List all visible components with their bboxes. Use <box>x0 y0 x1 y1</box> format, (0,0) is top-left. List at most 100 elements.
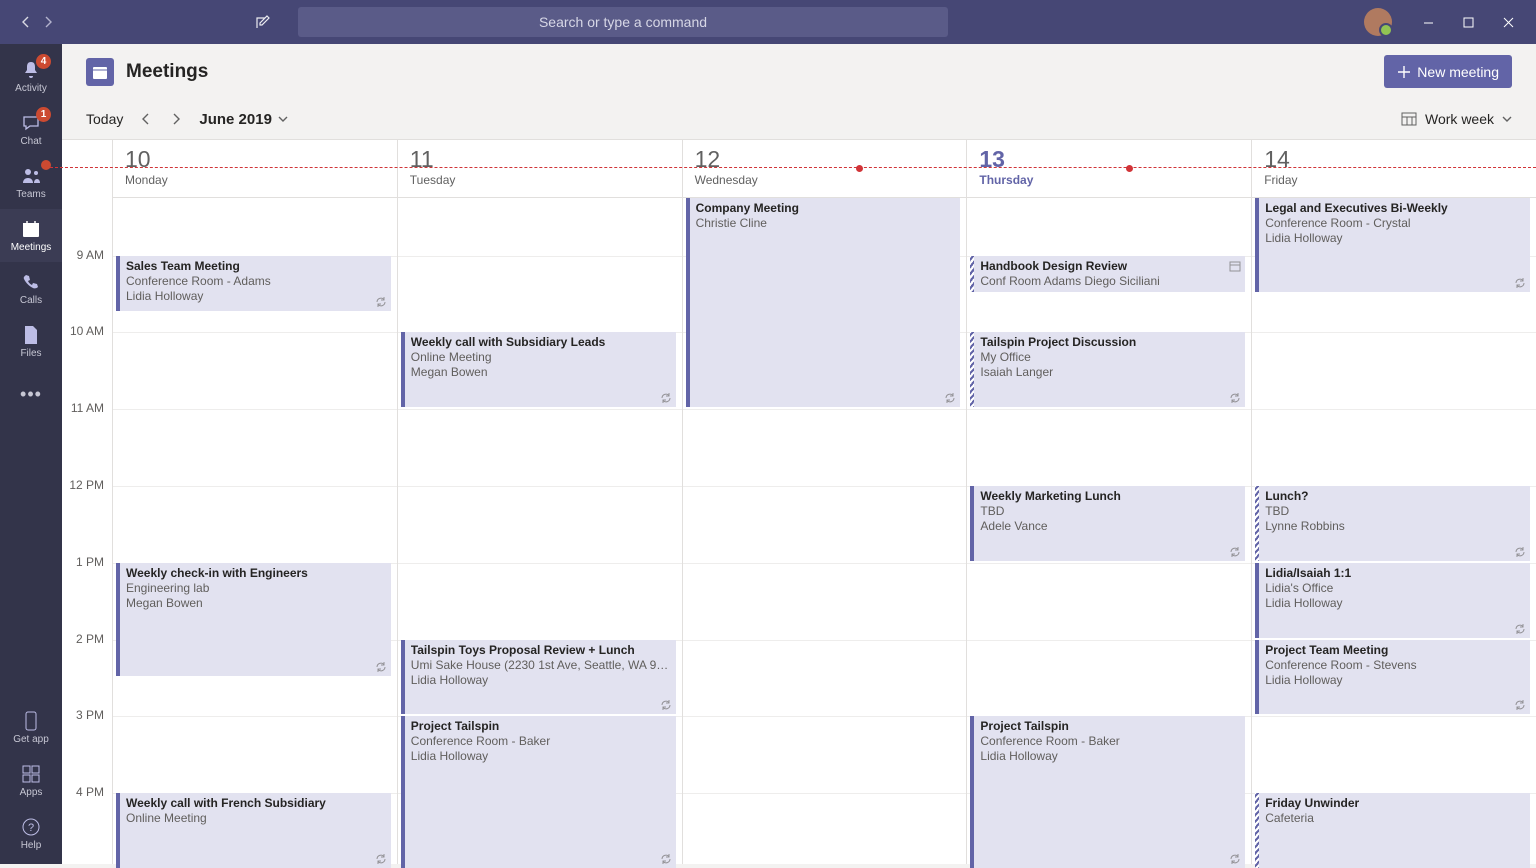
view-switcher[interactable]: Work week <box>1401 111 1512 127</box>
calendar-view-icon <box>1401 112 1417 126</box>
rail-getapp[interactable]: Get app <box>0 701 62 754</box>
title-bar: Search or type a command <box>0 0 1536 44</box>
day-header: 11Tuesday <box>398 140 682 198</box>
chevron-down-icon <box>1502 115 1512 123</box>
rail-files[interactable]: Files <box>0 315 62 368</box>
rail-teams[interactable]: Teams <box>0 156 62 209</box>
rail-more[interactable]: ••• <box>0 368 62 421</box>
recur-icon <box>1514 546 1526 558</box>
recur-icon <box>1514 699 1526 711</box>
page-header: Meetings New meeting <box>62 44 1536 99</box>
calendar-event[interactable]: Tailspin Toys Proposal Review + LunchUmi… <box>401 640 676 715</box>
day-header: 13Thursday <box>967 140 1251 198</box>
rail-chat[interactable]: 1 Chat <box>0 103 62 156</box>
event-location: Lidia's Office <box>1265 581 1524 595</box>
event-title: Weekly Marketing Lunch <box>980 489 1239 503</box>
calendar-grid: 9 AM10 AM11 AM12 PM1 PM2 PM3 PM4 PM 10Mo… <box>62 139 1536 864</box>
calendar-event[interactable]: Weekly Marketing LunchTBDAdele Vance <box>970 486 1245 561</box>
user-avatar[interactable] <box>1364 8 1392 36</box>
calendar-event[interactable]: Tailspin Project DiscussionMy OfficeIsai… <box>970 332 1245 407</box>
day-name: Monday <box>125 173 397 187</box>
recur-icon <box>660 699 672 711</box>
apps-icon <box>20 763 42 785</box>
calendar-event[interactable]: Weekly call with Subsidiary LeadsOnline … <box>401 332 676 407</box>
event-location: Online Meeting <box>411 350 670 364</box>
rail-meetings[interactable]: Meetings <box>0 209 62 262</box>
recur-icon <box>1229 853 1241 865</box>
event-location: Conference Room - Crystal <box>1265 216 1524 230</box>
day-number: 11 <box>410 146 682 173</box>
event-organizer: Lidia Holloway <box>1265 673 1524 687</box>
day-column[interactable]: 13Thursday Handbook Design ReviewConf Roo… <box>966 140 1251 864</box>
rail-label: Meetings <box>11 242 52 253</box>
maximize-button[interactable] <box>1448 0 1488 44</box>
event-location: Conference Room - Adams <box>126 274 385 288</box>
calendar-event[interactable]: Project TailspinConference Room - BakerL… <box>401 716 676 868</box>
day-name: Thursday <box>979 173 1251 187</box>
event-location: Christie Cline <box>696 216 955 230</box>
rail-activity[interactable]: 4 Activity <box>0 50 62 103</box>
search-input[interactable]: Search or type a command <box>298 7 948 37</box>
rail-label: Teams <box>16 189 45 200</box>
rail-help[interactable]: ? Help <box>0 807 62 860</box>
back-button[interactable] <box>16 12 36 32</box>
more-icon: ••• <box>20 384 42 405</box>
teams-icon <box>20 165 42 187</box>
day-name: Tuesday <box>410 173 682 187</box>
day-column[interactable]: 11Tuesday Weekly call with Subsidiary Lea… <box>397 140 682 864</box>
recur-icon <box>1514 623 1526 635</box>
recur-icon <box>944 392 956 404</box>
event-title: Project Team Meeting <box>1265 643 1524 657</box>
day-column[interactable]: 10Monday Sales Team MeetingConference Roo… <box>112 140 397 864</box>
main-content: Meetings New meeting Today June 2019 Wor… <box>62 44 1536 864</box>
calendar-event[interactable]: Sales Team MeetingConference Room - Adam… <box>116 256 391 312</box>
calendar-event[interactable]: Project TailspinConference Room - BakerL… <box>970 716 1245 868</box>
rail-calls[interactable]: Calls <box>0 262 62 315</box>
calendar-event[interactable]: Weekly check-in with EngineersEngineerin… <box>116 563 391 676</box>
new-meeting-button[interactable]: New meeting <box>1384 55 1512 88</box>
prev-week-button[interactable] <box>141 112 151 126</box>
day-number: 14 <box>1264 146 1536 173</box>
badge-teams <box>41 160 51 170</box>
event-organizer: Lynne Robbins <box>1265 519 1524 533</box>
plus-icon <box>1397 65 1411 79</box>
calendar-event[interactable]: Legal and Executives Bi-WeeklyConference… <box>1255 198 1530 292</box>
day-number: 12 <box>695 146 967 173</box>
today-button[interactable]: Today <box>86 111 123 127</box>
calendar-event[interactable]: Friday UnwinderCafeteria <box>1255 793 1530 868</box>
event-organizer: Megan Bowen <box>411 365 670 379</box>
forward-button[interactable] <box>38 12 58 32</box>
event-location: Cafeteria <box>1265 811 1524 825</box>
day-number: 10 <box>125 146 397 173</box>
time-label: 11 AM <box>71 401 104 415</box>
event-location: TBD <box>980 504 1239 518</box>
time-label: 9 AM <box>77 248 104 262</box>
badge-activity: 4 <box>36 54 51 69</box>
day-column[interactable]: 12WednesdayCompany MeetingChristie Cline <box>682 140 967 864</box>
recur-icon <box>1229 546 1241 558</box>
rail-apps[interactable]: Apps <box>0 754 62 807</box>
current-time-indicator <box>50 167 1536 168</box>
calendar-event[interactable]: Lunch?TBDLynne Robbins <box>1255 486 1530 561</box>
help-icon: ? <box>20 816 42 838</box>
compose-icon[interactable] <box>254 13 272 31</box>
minimize-button[interactable] <box>1408 0 1448 44</box>
calendar-event[interactable]: Project Team MeetingConference Room - St… <box>1255 640 1530 715</box>
file-icon <box>20 324 42 346</box>
phone-icon <box>20 271 42 293</box>
calendar-event[interactable]: Weekly call with French SubsidiaryOnline… <box>116 793 391 868</box>
event-title: Project Tailspin <box>980 719 1239 733</box>
calendar-event[interactable]: Company MeetingChristie Cline <box>686 198 961 407</box>
event-location: Conf Room Adams Diego Siciliani <box>980 274 1239 288</box>
next-week-button[interactable] <box>171 112 181 126</box>
event-organizer: Lidia Holloway <box>980 749 1239 763</box>
rail-label: Files <box>20 348 41 359</box>
event-organizer: Adele Vance <box>980 519 1239 533</box>
calendar-event[interactable]: Lidia/Isaiah 1:1Lidia's OfficeLidia Holl… <box>1255 563 1530 638</box>
month-picker[interactable]: June 2019 <box>199 111 288 128</box>
day-column[interactable]: 14FridayLegal and Executives Bi-WeeklyCo… <box>1251 140 1536 864</box>
calendar-event[interactable]: Handbook Design ReviewConf Room Adams Di… <box>970 256 1245 292</box>
day-header: 14Friday <box>1252 140 1536 198</box>
close-button[interactable] <box>1488 0 1528 44</box>
event-title: Lunch? <box>1265 489 1524 503</box>
